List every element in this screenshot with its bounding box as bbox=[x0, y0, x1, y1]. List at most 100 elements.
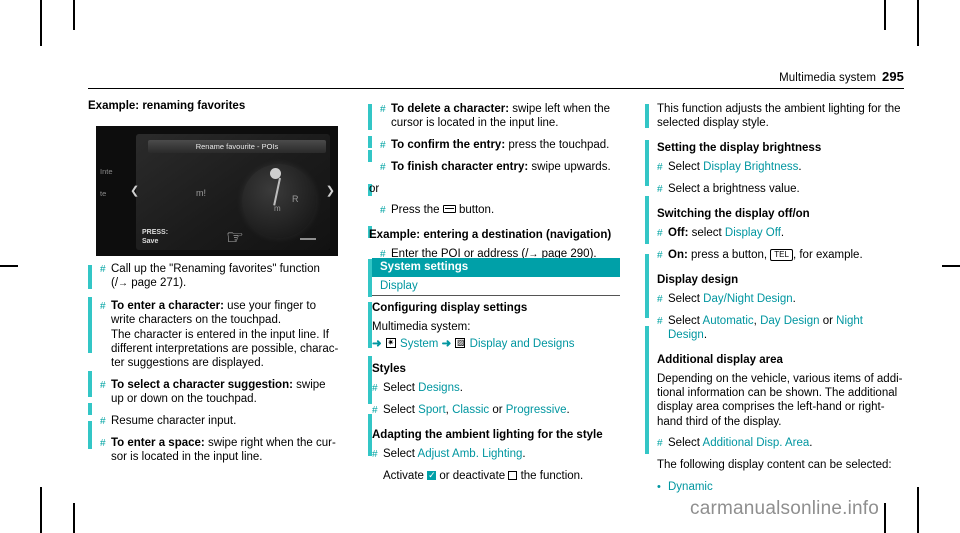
crop-mark-top-left-v bbox=[40, 0, 42, 46]
ambient-heading: Adapting the ambient lighting for the st… bbox=[372, 428, 603, 441]
crop-mark-top-right2-v bbox=[884, 0, 886, 30]
col2-example-heading: Example: entering a destination (navigat… bbox=[369, 229, 612, 242]
step-text: Call up the "Renaming favorites" functio… bbox=[111, 263, 320, 290]
col3-intro: This function adjusts the ambient lighti… bbox=[657, 103, 901, 130]
headunit-press-label: PRESS: Save bbox=[142, 228, 168, 246]
list-item: # Press the button. bbox=[380, 203, 620, 218]
step-text: To delete a character: swipe left when t… bbox=[391, 103, 611, 130]
bullet-icon: • bbox=[657, 480, 661, 493]
step-text: Off: select Display Off. bbox=[668, 226, 785, 239]
col1-steps: # Call up the "Renaming favorites" funct… bbox=[100, 262, 340, 471]
deactivate-text: or deactivate bbox=[439, 469, 506, 482]
step-marker-icon: # bbox=[372, 404, 378, 416]
step-marker-icon: # bbox=[657, 183, 663, 195]
step-text: Select Sport, Classic or Progressive. bbox=[383, 403, 570, 416]
step-marker-icon: # bbox=[657, 161, 663, 173]
header-page-number: 295 bbox=[882, 69, 904, 84]
list-item: # Select Designs. bbox=[372, 381, 620, 396]
step-text: Select Automatic, Day Design or Night De… bbox=[668, 314, 863, 342]
link-automatic[interactable]: Automatic bbox=[703, 315, 754, 327]
link-day-night-design[interactable]: Day/Night Design bbox=[703, 293, 792, 305]
step-text: Select Display Brightness. bbox=[668, 160, 802, 173]
list-item: # Select a brightness value. bbox=[657, 182, 905, 197]
path-label-system: System bbox=[400, 338, 439, 351]
list-item: # Select Automatic, Day Design or Night … bbox=[657, 314, 905, 343]
link-additional-disp-area[interactable]: Additional Disp. Area bbox=[703, 437, 810, 449]
list-item: # On: press a button, TEL, for example. bbox=[657, 248, 905, 263]
link-display-brightness[interactable]: Display Brightness bbox=[703, 161, 798, 173]
list-item: # To enter a character: use your finger … bbox=[100, 299, 340, 371]
step-marker-icon: # bbox=[657, 315, 663, 327]
link-dynamic[interactable]: Dynamic bbox=[668, 481, 713, 493]
step-text: Activate or deactivate the function. bbox=[383, 468, 583, 483]
configuring-heading: Configuring display settings bbox=[372, 302, 528, 314]
link-classic[interactable]: Classic bbox=[452, 404, 489, 416]
link-designs[interactable]: Designs bbox=[418, 382, 460, 394]
headunit-left-labels: Inte te bbox=[100, 167, 113, 198]
step-marker-icon: # bbox=[657, 227, 663, 239]
list-item: # Select Display Brightness. bbox=[657, 160, 905, 175]
path-arrow-2-icon: ➜ bbox=[441, 338, 452, 351]
off-text: select bbox=[691, 226, 722, 239]
header-system-label: Multimedia system bbox=[779, 72, 876, 84]
link-adjust-amb-lighting[interactable]: Adjust Amb. Lighting bbox=[418, 448, 523, 460]
step-marker-icon: # bbox=[380, 139, 386, 151]
path-label-display-designs: Display and Designs bbox=[469, 338, 575, 351]
step-marker-icon: # bbox=[657, 293, 663, 305]
change-bar-col1-d bbox=[88, 403, 92, 415]
list-item: # To confirm the entry: press the touchp… bbox=[380, 138, 620, 153]
or-label: or bbox=[369, 182, 380, 195]
list-item: # Select Adjust Amb. Lighting. bbox=[372, 447, 620, 462]
chevron-right-icon: ❯ bbox=[325, 185, 335, 197]
crop-mark-bottom-right-v bbox=[917, 487, 919, 533]
col1-title: Example: renaming favorites bbox=[88, 100, 246, 112]
list-item: # To select a character suggestion: swip… bbox=[100, 378, 340, 407]
crop-mark-bottom-left-v bbox=[40, 487, 42, 533]
step-text: To finish character entry: swipe upwards… bbox=[391, 160, 611, 173]
step-marker-icon: # bbox=[100, 264, 106, 275]
link-day-design[interactable]: Day Design bbox=[760, 315, 819, 327]
hand-gesture-icon: ☞ bbox=[226, 227, 244, 249]
list-item: Activate or deactivate the function. bbox=[372, 468, 620, 483]
wheel-glyph-m: m bbox=[274, 204, 281, 213]
step-text: Select Day/Night Design. bbox=[668, 292, 796, 305]
press-button-text-before: Press the bbox=[391, 204, 440, 217]
step-marker-icon: # bbox=[100, 437, 106, 449]
link-sport[interactable]: Sport bbox=[418, 404, 446, 416]
crop-mark-top-right-v bbox=[917, 0, 919, 46]
checkbox-checked-icon[interactable] bbox=[427, 468, 437, 482]
styles-heading: Styles bbox=[372, 362, 406, 375]
crop-mark-left-mid bbox=[0, 265, 18, 267]
on-text: press a button, bbox=[691, 248, 768, 261]
change-bar-col3-c bbox=[645, 196, 649, 244]
link-progressive[interactable]: Progressive bbox=[506, 404, 567, 416]
design-heading: Display design bbox=[657, 273, 739, 286]
activate-text: Activate bbox=[383, 469, 424, 482]
display-icon bbox=[455, 336, 466, 351]
col2-lower: Configuring display settings Multimedia … bbox=[372, 302, 620, 490]
column-middle: # To delete a character: swipe left when… bbox=[369, 102, 620, 270]
system-settings-block: System settings Display bbox=[372, 258, 620, 305]
change-bar-col1-e bbox=[88, 421, 92, 449]
following-text: The following display content can be sel… bbox=[657, 459, 892, 472]
list-item: # Select Sport, Classic or Progressive. bbox=[372, 403, 620, 418]
step-marker-icon: # bbox=[657, 438, 663, 450]
link-display-off[interactable]: Display Off bbox=[725, 227, 781, 239]
wheel-glyph-m1: m! bbox=[196, 188, 206, 198]
step-text: To confirm the entry: press the touchpad… bbox=[391, 138, 610, 151]
step-marker-icon: # bbox=[380, 161, 386, 173]
headunit-wheel: R m bbox=[236, 160, 332, 250]
change-bar-col1-a bbox=[88, 265, 92, 289]
step-marker-spacer bbox=[372, 469, 383, 470]
step-text: Select Adjust Amb. Lighting. bbox=[383, 447, 526, 460]
checkbox-unchecked-icon[interactable] bbox=[508, 470, 518, 480]
additional-heading: Additional display area bbox=[657, 353, 783, 366]
list-item: # To delete a character: swipe left when… bbox=[380, 102, 620, 131]
watermark: carmanualsonline.info bbox=[690, 498, 880, 519]
change-bar-col3-a bbox=[645, 104, 649, 128]
tel-key-icon[interactable]: TEL bbox=[770, 248, 793, 261]
list-item: # Select Day/Night Design. bbox=[657, 292, 905, 307]
list-item: # Select Additional Disp. Area. bbox=[657, 436, 905, 451]
step-marker-icon: # bbox=[100, 379, 106, 391]
step-marker-icon: # bbox=[657, 249, 663, 261]
